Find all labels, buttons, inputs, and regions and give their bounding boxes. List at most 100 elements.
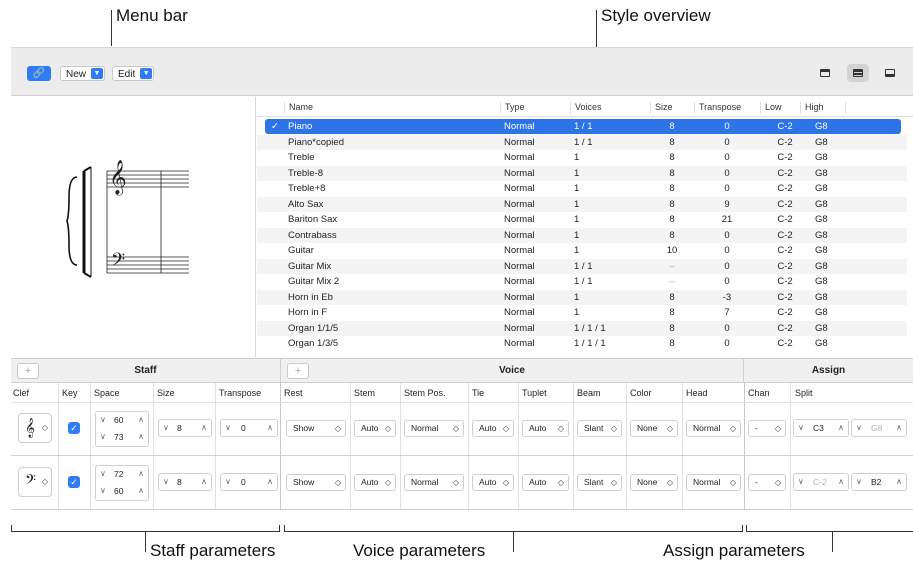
chevron-up-icon[interactable]: ∧	[138, 429, 144, 445]
list-row[interactable]: ✓ Piano Normal 1 / 1 8 0 C-2 G8	[265, 119, 901, 134]
clef-popup[interactable]: 𝄢 ◇	[18, 467, 52, 497]
beam-popup[interactable]: Slant ◇	[577, 420, 622, 437]
chevron-down-icon[interactable]: ∨	[100, 412, 106, 428]
up-down-chevron-icon: ◇	[666, 478, 673, 487]
chevron-down-icon[interactable]: ∨	[856, 474, 862, 490]
cell-type: Normal	[504, 322, 535, 334]
view-both-panes-button[interactable]	[847, 64, 869, 82]
chevron-down-icon[interactable]: ∨	[856, 420, 862, 436]
up-down-chevron-icon: ◇	[729, 478, 736, 487]
chan-popup[interactable]: - ◇	[748, 420, 786, 437]
stem-pos-popup[interactable]: Normal ◇	[404, 474, 464, 491]
space-top-stepper[interactable]: ∨ 72 ∧	[95, 466, 149, 483]
chevron-up-icon[interactable]: ∧	[267, 420, 273, 436]
size-stepper-value: 8	[177, 423, 182, 433]
split-right-stepper[interactable]: ∨ G8 ∧	[851, 420, 907, 437]
list-row[interactable]: Treble Normal 1 8 0 C-2 G8	[257, 150, 907, 165]
col-header-transpose[interactable]: Transpose	[694, 102, 760, 114]
tie-popup[interactable]: Auto ◇	[472, 420, 514, 437]
transpose-stepper[interactable]: ∨ 0 ∧	[220, 420, 278, 437]
chevron-up-icon[interactable]: ∧	[838, 474, 844, 490]
stem-popup[interactable]: Auto ◇	[354, 474, 396, 491]
new-menu-button[interactable]: New ▼	[60, 66, 106, 81]
cell-transpose: 9	[724, 198, 730, 210]
rest-popup[interactable]: Show ◇	[286, 474, 346, 491]
key-checkbox[interactable]: ✓	[68, 422, 80, 434]
split-right-stepper[interactable]: ∨ B2 ∧	[851, 474, 907, 491]
chevron-down-icon[interactable]: ∨	[100, 483, 106, 499]
chevron-up-icon[interactable]: ∧	[138, 483, 144, 499]
clef-popup[interactable]: 𝄞 ◇	[18, 413, 52, 443]
list-row[interactable]: Guitar Mix 2 Normal 1 / 1 – 0 C-2 G8	[257, 274, 907, 289]
tie-popup[interactable]: Auto ◇	[472, 474, 514, 491]
cell-voices: 1 / 1	[574, 121, 593, 132]
space-bottom-stepper[interactable]: ∨ 73 ∧	[95, 429, 149, 446]
stem-popup[interactable]: Auto ◇	[354, 420, 396, 437]
color-popup[interactable]: None ◇	[630, 474, 678, 491]
list-row[interactable]: Guitar Normal 1 10 0 C-2 G8	[257, 243, 907, 258]
space-top-stepper[interactable]: ∨ 60 ∧	[95, 412, 149, 429]
list-row[interactable]: Horn in F Normal 1 8 7 C-2 G8	[257, 305, 907, 320]
edit-menu-button[interactable]: Edit ▼	[112, 66, 155, 81]
chevron-up-icon[interactable]: ∧	[838, 420, 844, 436]
chevron-down-icon[interactable]: ∨	[100, 466, 106, 482]
list-row[interactable]: Treble-8 Normal 1 8 0 C-2 G8	[257, 165, 907, 181]
color-popup[interactable]: None ◇	[630, 420, 678, 437]
link-icon[interactable]: 🔗	[27, 66, 51, 81]
list-row[interactable]: Organ 1/1/5 Normal 1 / 1 / 1 8 0 C-2 G8	[257, 320, 907, 336]
tuplet-popup[interactable]: Auto ◇	[522, 474, 569, 491]
col-header-type[interactable]: Type	[500, 102, 570, 114]
size-stepper[interactable]: ∨ 8 ∧	[158, 474, 212, 491]
chevron-up-icon[interactable]: ∧	[138, 466, 144, 482]
list-row[interactable]: Alto Sax Normal 1 8 9 C-2 G8	[257, 196, 907, 212]
cell-transpose: 0	[724, 338, 730, 349]
split-left-stepper[interactable]: ∨ C-2 ∧	[793, 474, 849, 491]
chevron-up-icon[interactable]: ∧	[138, 412, 144, 428]
list-row[interactable]: Piano*copied Normal 1 / 1 8 0 C-2 G8	[257, 134, 907, 150]
col-header-voices[interactable]: Voices	[570, 102, 650, 114]
col-header-low[interactable]: Low	[760, 102, 800, 114]
view-bottom-pane-button[interactable]	[879, 64, 901, 82]
list-row[interactable]: Contrabass Normal 1 8 0 C-2 G8	[257, 227, 907, 243]
chevron-up-icon[interactable]: ∧	[896, 420, 902, 436]
chevron-down-icon[interactable]: ∨	[163, 420, 169, 436]
add-voice-button[interactable]: +	[287, 363, 309, 379]
transpose-stepper[interactable]: ∨ 0 ∧	[220, 474, 278, 491]
key-checkbox[interactable]: ✓	[68, 476, 80, 488]
head-popup[interactable]: Normal ◇	[686, 420, 741, 437]
chevron-down-icon[interactable]: ∨	[798, 420, 804, 436]
stem-pos-popup[interactable]: Normal ◇	[404, 420, 464, 437]
space-bottom-stepper[interactable]: ∨ 60 ∧	[95, 483, 149, 500]
add-staff-button[interactable]: +	[17, 363, 39, 379]
list-row[interactable]: Organ 1/3/5 Normal 1 / 1 / 1 8 0 C-2 G8	[257, 336, 907, 351]
cell-transpose: 0	[724, 152, 730, 163]
list-row[interactable]: Horn in Eb Normal 1 8 -3 C-2 G8	[257, 289, 907, 305]
cell-voices: 1 / 1 / 1	[574, 338, 606, 349]
list-row[interactable]: Guitar Mix Normal 1 / 1 – 0 C-2 G8	[257, 258, 907, 274]
chevron-down-icon[interactable]: ∨	[798, 474, 804, 490]
chevron-up-icon[interactable]: ∧	[267, 474, 273, 490]
col-header-size[interactable]: Size	[650, 102, 694, 114]
beam-popup[interactable]: Slant ◇	[577, 474, 622, 491]
chevron-up-icon[interactable]: ∧	[201, 420, 207, 436]
col-color-label: Color	[630, 388, 652, 398]
cell-low: C-2	[777, 152, 793, 163]
list-row[interactable]: Treble+8 Normal 1 8 0 C-2 G8	[257, 181, 907, 196]
chevron-down-icon[interactable]: ∨	[163, 474, 169, 490]
tuplet-popup[interactable]: Auto ◇	[522, 420, 569, 437]
size-stepper[interactable]: ∨ 8 ∧	[158, 420, 212, 437]
col-header-high[interactable]: High	[800, 102, 846, 114]
chevron-down-icon[interactable]: ∨	[225, 420, 231, 436]
chevron-up-icon[interactable]: ∧	[201, 474, 207, 490]
col-header-name[interactable]: Name	[284, 102, 500, 114]
chevron-down-icon[interactable]: ∨	[225, 474, 231, 490]
chan-popup[interactable]: - ◇	[748, 474, 786, 491]
rest-popup[interactable]: Show ◇	[286, 420, 346, 437]
split-left-stepper[interactable]: ∨ C3 ∧	[793, 420, 849, 437]
list-row[interactable]: Bariton Sax Normal 1 8 21 C-2 G8	[257, 212, 907, 227]
cell-high: G8	[815, 183, 828, 194]
view-top-pane-button[interactable]	[814, 64, 836, 82]
chevron-down-icon[interactable]: ∨	[100, 429, 106, 445]
head-popup[interactable]: Normal ◇	[686, 474, 741, 491]
chevron-up-icon[interactable]: ∧	[896, 474, 902, 490]
